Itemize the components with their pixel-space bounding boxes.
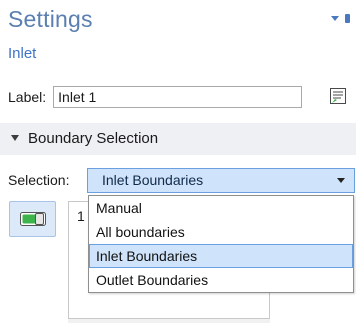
dropdown-option-all-boundaries[interactable]: All boundaries [89, 220, 353, 244]
label-input[interactable]: Inlet 1 [53, 86, 303, 108]
list-item[interactable]: 1 [77, 208, 85, 224]
active-toggle-button[interactable] [9, 201, 56, 237]
page-title: Settings [8, 6, 93, 32]
section-collapse-icon[interactable] [11, 135, 19, 141]
selection-combobox[interactable]: Inlet Boundaries [87, 168, 355, 193]
selection-value: Inlet Boundaries [102, 172, 204, 188]
dropdown-option-outlet-boundaries[interactable]: Outlet Boundaries [89, 268, 353, 292]
pin-icon[interactable] [345, 14, 350, 23]
label-row: Label: Inlet 1 [8, 86, 303, 108]
triangle-down-icon[interactable] [331, 16, 339, 21]
header-controls [331, 14, 350, 23]
selection-dropdown-menu[interactable]: Manual All boundaries Inlet Boundaries O… [88, 195, 354, 293]
selection-label: Selection: [8, 172, 70, 188]
dropdown-option-manual[interactable]: Manual [89, 196, 353, 220]
list-bottom-shadow [68, 319, 270, 323]
text-label-icon [330, 88, 346, 104]
text-label-button[interactable] [326, 84, 350, 108]
label-caption: Label: [8, 89, 47, 105]
dropdown-option-inlet-boundaries[interactable]: Inlet Boundaries [89, 244, 353, 268]
node-subtitle: Inlet [8, 45, 37, 62]
chevron-down-icon [337, 178, 345, 183]
toggle-switch-icon [19, 212, 46, 226]
settings-panel: Settings Inlet Label: Inlet 1 Boundary S… [0, 0, 356, 328]
section-title: Boundary Selection [28, 130, 159, 147]
